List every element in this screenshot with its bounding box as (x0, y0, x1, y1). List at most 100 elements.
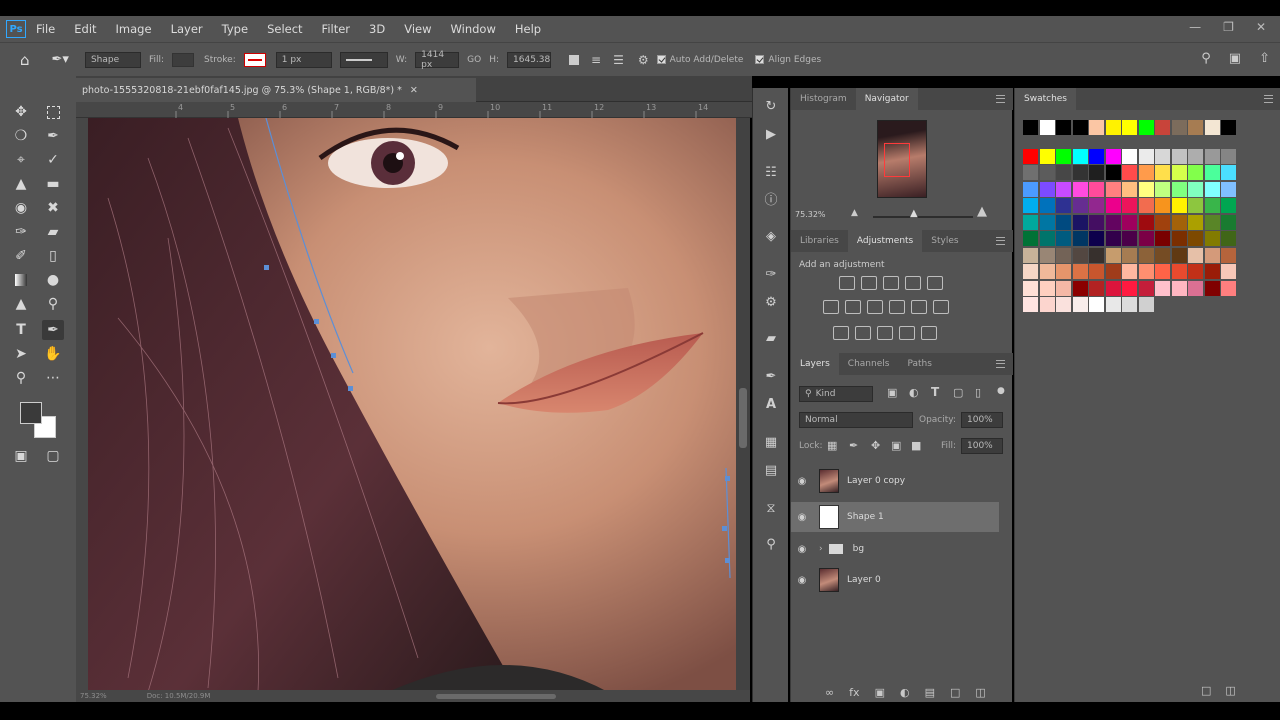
color-swatch[interactable] (1138, 165, 1154, 180)
status-zoom[interactable]: 75.32% (80, 692, 107, 700)
color-swatch[interactable] (1171, 214, 1187, 230)
color-swatch[interactable] (1122, 247, 1137, 263)
color-swatch[interactable] (1171, 264, 1187, 279)
color-swatch[interactable] (1122, 264, 1137, 279)
width-field[interactable]: 1414 px (415, 50, 460, 70)
clone-source-icon[interactable]: ▰ (761, 328, 781, 348)
color-swatch[interactable] (1221, 120, 1236, 135)
zoom-in-icon[interactable]: ▲ (977, 204, 987, 219)
exposure-icon[interactable] (905, 276, 921, 290)
layer-row[interactable]: ◉ › bg (791, 534, 999, 564)
color-swatch[interactable] (1155, 120, 1170, 135)
move-tool-icon[interactable]: ✥ (10, 102, 32, 122)
color-swatch[interactable] (1138, 198, 1154, 213)
color-swatch[interactable] (1221, 280, 1236, 296)
menu-type[interactable]: Type (222, 22, 248, 36)
navigator-zoom-slider[interactable] (873, 216, 973, 218)
blur-tool-icon[interactable]: ● (42, 270, 64, 290)
color-swatch[interactable] (1171, 120, 1187, 135)
color-swatch[interactable] (1122, 231, 1137, 246)
color-swatch[interactable] (1155, 264, 1170, 279)
link-layers-icon[interactable]: ∞ (825, 686, 834, 699)
color-swatch[interactable] (1105, 198, 1121, 213)
stroke-swatch[interactable] (243, 52, 266, 67)
color-swatch[interactable] (1105, 297, 1121, 312)
color-swatch[interactable] (1188, 120, 1203, 135)
vibrance-icon[interactable] (927, 276, 943, 290)
restore-icon[interactable]: ❐ (1223, 20, 1234, 34)
color-swatch[interactable] (1188, 198, 1203, 213)
color-swatch[interactable] (1188, 181, 1203, 197)
color-swatch[interactable] (1204, 280, 1220, 296)
minimize-icon[interactable]: — (1189, 20, 1201, 34)
filter-shape-icon[interactable]: ▢ (953, 386, 963, 399)
color-swatch[interactable] (1072, 264, 1088, 279)
link-dimensions-icon[interactable]: GO (467, 55, 481, 65)
color-swatch[interactable] (1171, 148, 1187, 164)
color-swatch[interactable] (1039, 297, 1055, 312)
filter-smart-object-icon[interactable]: ▯ (975, 386, 981, 399)
color-swatch[interactable] (1221, 198, 1236, 213)
group-expand-chevron-icon[interactable]: › (819, 544, 823, 554)
color-swatch[interactable] (1221, 264, 1236, 279)
color-swatch[interactable] (1188, 280, 1203, 296)
layer-row-selected[interactable]: ◉ Shape 1 (791, 502, 999, 532)
color-swatch[interactable] (1056, 148, 1071, 164)
delete-layer-icon[interactable]: ◫ (975, 686, 985, 699)
menu-layer[interactable]: Layer (171, 22, 203, 36)
color-swatch[interactable] (1155, 247, 1170, 263)
lock-all-icon[interactable]: ■ (911, 439, 921, 452)
color-swatch[interactable] (1056, 231, 1071, 246)
color-swatch[interactable] (1204, 264, 1220, 279)
color-swatch[interactable] (1039, 120, 1055, 135)
vertical-scrollbar[interactable] (736, 118, 750, 692)
color-swatch[interactable] (1089, 231, 1104, 246)
color-swatch[interactable] (1188, 231, 1203, 246)
color-swatch[interactable] (1221, 231, 1236, 246)
color-swatch[interactable] (1204, 247, 1220, 263)
lock-artboard-icon[interactable]: ▣ (891, 439, 901, 452)
color-swatch[interactable] (1155, 214, 1170, 230)
color-swatch[interactable] (1089, 148, 1104, 164)
navigator-zoom-value[interactable]: 75.32% (795, 210, 826, 219)
color-swatch[interactable] (1105, 264, 1121, 279)
color-lookup-icon[interactable] (933, 300, 949, 314)
color-swatch[interactable] (1023, 181, 1038, 197)
color-swatch[interactable] (1138, 148, 1154, 164)
color-swatch[interactable] (1221, 214, 1236, 230)
channel-mixer-icon[interactable] (911, 300, 927, 314)
color-swatch[interactable] (1105, 148, 1121, 164)
color-swatch[interactable] (1072, 214, 1088, 230)
new-adjustment-layer-icon[interactable]: ◐ (900, 686, 910, 699)
learn-icon[interactable]: ⚲ (761, 534, 781, 554)
character-icon[interactable]: A (761, 394, 781, 414)
color-swatch[interactable] (1056, 198, 1071, 213)
color-swatch[interactable] (1105, 181, 1121, 197)
color-swatch[interactable] (1171, 165, 1187, 180)
color-swatch[interactable] (1138, 181, 1154, 197)
new-layer-icon[interactable]: □ (950, 686, 960, 699)
color-swatch[interactable] (1122, 297, 1137, 312)
eyedropper-tool-icon[interactable]: ✓ (42, 150, 64, 170)
new-group-icon[interactable]: ▤ (925, 686, 935, 699)
zoom-tool-icon-2[interactable]: ⚲ (42, 294, 64, 314)
history-brush-tool-icon[interactable]: ✐ (10, 246, 32, 266)
color-swatch[interactable] (1039, 231, 1055, 246)
color-swatch[interactable] (1204, 181, 1220, 197)
foreground-color-swatch[interactable] (20, 402, 42, 424)
home-icon[interactable]: ⌂ (20, 51, 30, 69)
lasso-tool-icon[interactable]: ❍ (10, 126, 32, 146)
color-swatch[interactable] (1105, 120, 1121, 135)
color-swatch[interactable] (1204, 198, 1220, 213)
path-selection-tool-icon[interactable]: ➤ (10, 344, 32, 364)
color-swatch[interactable] (1072, 297, 1088, 312)
horizontal-scroll-thumb[interactable] (436, 694, 556, 699)
color-swatch[interactable] (1122, 165, 1137, 180)
color-swatch[interactable] (1138, 280, 1154, 296)
color-swatch[interactable] (1039, 148, 1055, 164)
menu-help[interactable]: Help (515, 22, 541, 36)
color-swatch[interactable] (1204, 214, 1220, 230)
info-icon[interactable]: ⓘ (761, 188, 781, 208)
tab-styles[interactable]: Styles (922, 230, 967, 252)
new-swatch-icon[interactable]: □ (1201, 684, 1211, 697)
